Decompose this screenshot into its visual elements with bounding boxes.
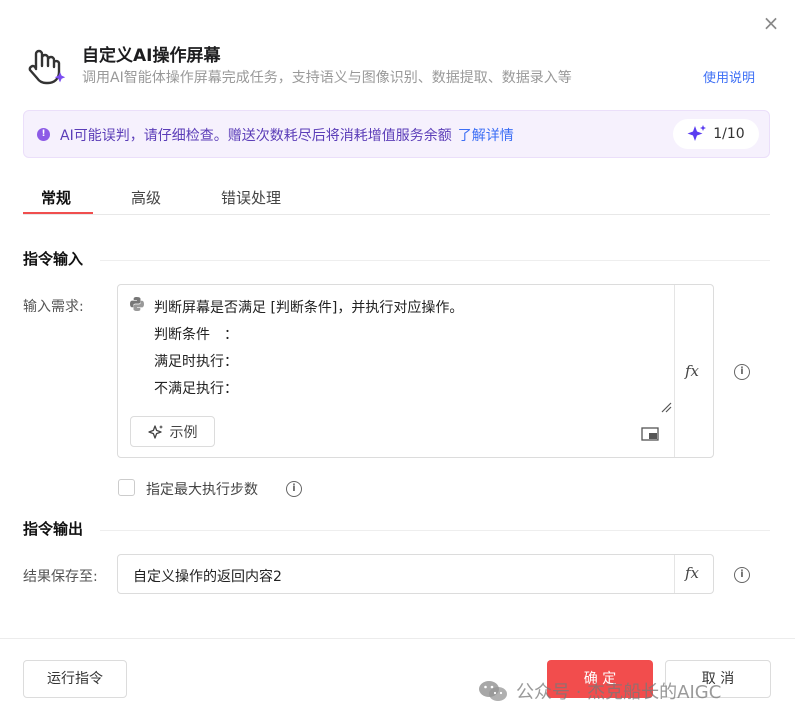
- info-icon[interactable]: i: [734, 364, 750, 380]
- instruction-editor[interactable]: 判断屏幕是否满足 [判断条件]，并执行对应操作。 判断条件 ： 满足时执行： 不…: [117, 284, 714, 458]
- result-variable-value[interactable]: 自定义操作的返回内容2: [133, 566, 282, 586]
- active-tab-indicator: [23, 212, 93, 214]
- notice-text: AI可能误判，请仔细检查。赠送次数耗尽后将消耗增值服务余额 了解详情: [60, 125, 514, 145]
- input-divider: [674, 555, 675, 593]
- instruction-line: 判断屏幕是否满足 [判断条件]，并执行对应操作。: [154, 300, 464, 316]
- sparkle-icon: [687, 125, 707, 141]
- watermark-text: 公众号 · 杰克船长的AIGC: [516, 682, 722, 703]
- expand-editor-icon[interactable]: [641, 427, 659, 441]
- instruction-line: 满足时执行：: [154, 354, 238, 370]
- example-button[interactable]: 示例: [130, 416, 215, 447]
- tab-error-handling[interactable]: 错误处理: [221, 187, 281, 208]
- fx-button[interactable]: fx: [685, 564, 699, 582]
- watermark: 公众号 · 杰克船长的AIGC: [478, 678, 721, 704]
- instruction-line: 不满足执行：: [154, 381, 238, 397]
- tab-bar: 常规 高级 错误处理: [23, 178, 770, 215]
- section-title-input: 指令输入: [23, 250, 84, 268]
- wechat-icon: [479, 681, 507, 701]
- sparkle-icon: [147, 424, 163, 439]
- section-divider: [100, 260, 770, 261]
- quota-badge: 1/10: [673, 119, 759, 149]
- result-variable-input[interactable]: 自定义操作的返回内容2 fx: [117, 554, 714, 594]
- run-instruction-button[interactable]: 运行指令: [23, 660, 127, 698]
- section-title-output: 指令输出: [23, 520, 84, 538]
- info-icon[interactable]: i: [286, 481, 302, 497]
- help-link[interactable]: 使用说明: [703, 67, 755, 86]
- footer-divider: [0, 638, 795, 639]
- info-icon: !: [37, 128, 50, 141]
- resize-handle-icon[interactable]: [660, 401, 672, 413]
- tab-advanced[interactable]: 高级: [131, 187, 161, 208]
- editor-divider: [674, 285, 675, 457]
- dialog-title: 自定义AI操作屏幕: [82, 46, 221, 66]
- instruction-text[interactable]: 判断屏幕是否满足 [判断条件]，并执行对应操作。 判断条件 ： 满足时执行： 不…: [154, 295, 463, 403]
- dialog-subtitle: 调用AI智能体操作屏幕完成任务，支持语义与图像识别、数据提取、数据录入等: [82, 70, 572, 86]
- fx-button[interactable]: fx: [685, 362, 699, 380]
- python-icon: [130, 297, 144, 311]
- section-divider: [100, 530, 770, 531]
- learn-more-link[interactable]: 了解详情: [458, 128, 514, 144]
- max-steps-checkbox[interactable]: [118, 479, 135, 496]
- notice-message: AI可能误判，请仔细检查。赠送次数耗尽后将消耗增值服务余额: [60, 128, 452, 144]
- quota-count: 1/10: [713, 126, 745, 142]
- input-requirement-label: 输入需求:: [23, 299, 84, 315]
- save-result-label: 结果保存至:: [23, 569, 98, 585]
- info-icon[interactable]: i: [734, 567, 750, 583]
- close-icon: ×: [762, 11, 780, 35]
- max-steps-label: 指定最大执行步数: [146, 482, 258, 498]
- hand-pointer-icon: [28, 49, 66, 85]
- close-button[interactable]: ×: [760, 12, 782, 34]
- ai-notice-banner: ! AI可能误判，请仔细检查。赠送次数耗尽后将消耗增值服务余额 了解详情 1/10: [23, 110, 770, 158]
- example-button-label: 示例: [169, 424, 198, 441]
- instruction-line: 判断条件 ：: [154, 327, 238, 343]
- tab-general[interactable]: 常规: [41, 187, 71, 208]
